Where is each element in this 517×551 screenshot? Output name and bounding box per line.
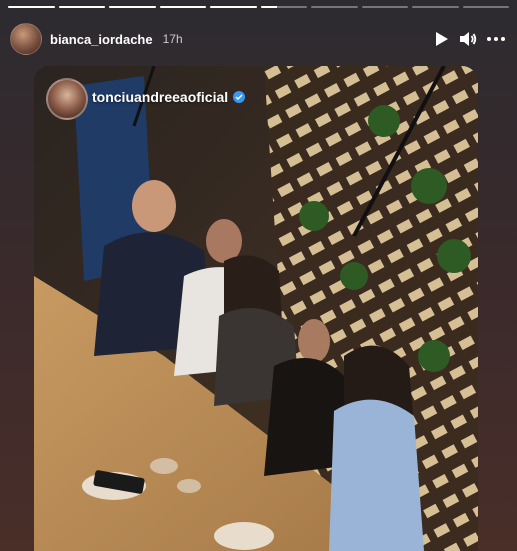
story-progress-fill [159, 6, 206, 8]
story-progress-segment [58, 6, 105, 8]
story-viewer: bianca_iordache 17h tonciuandreeaoficial [0, 0, 517, 551]
story-timestamp: 17h [162, 32, 183, 46]
story-username[interactable]: bianca_iordache [50, 32, 153, 47]
story-progress-fill [109, 6, 156, 8]
story-progress-segment [412, 6, 459, 8]
story-progress-fill [260, 6, 277, 8]
story-controls [435, 31, 505, 47]
verified-badge-icon [233, 91, 246, 103]
reposted-story-frame[interactable]: tonciuandreeaoficial [34, 66, 478, 551]
volume-icon[interactable] [459, 31, 477, 47]
repost-avatar[interactable] [46, 78, 88, 120]
story-progress-fill [8, 6, 55, 8]
more-options-icon[interactable] [487, 37, 505, 41]
story-progress-bars [8, 6, 509, 9]
restaurant-photo [34, 66, 478, 551]
story-progress-segment [260, 6, 307, 8]
story-progress-segment [210, 6, 257, 8]
repost-user[interactable]: tonciuandreeaoficial [92, 89, 246, 105]
story-progress-segment [361, 6, 408, 8]
story-progress-segment [8, 6, 55, 8]
user-avatar[interactable] [10, 23, 42, 55]
story-progress-segment [311, 6, 358, 8]
story-progress-fill [210, 6, 257, 8]
story-progress-fill [58, 6, 105, 8]
play-icon[interactable] [435, 31, 449, 47]
story-progress-segment [109, 6, 156, 8]
story-progress-segment [159, 6, 206, 8]
story-progress-segment [462, 6, 509, 8]
repost-username: tonciuandreeaoficial [92, 89, 229, 105]
story-header: bianca_iordache 17h [10, 22, 505, 56]
